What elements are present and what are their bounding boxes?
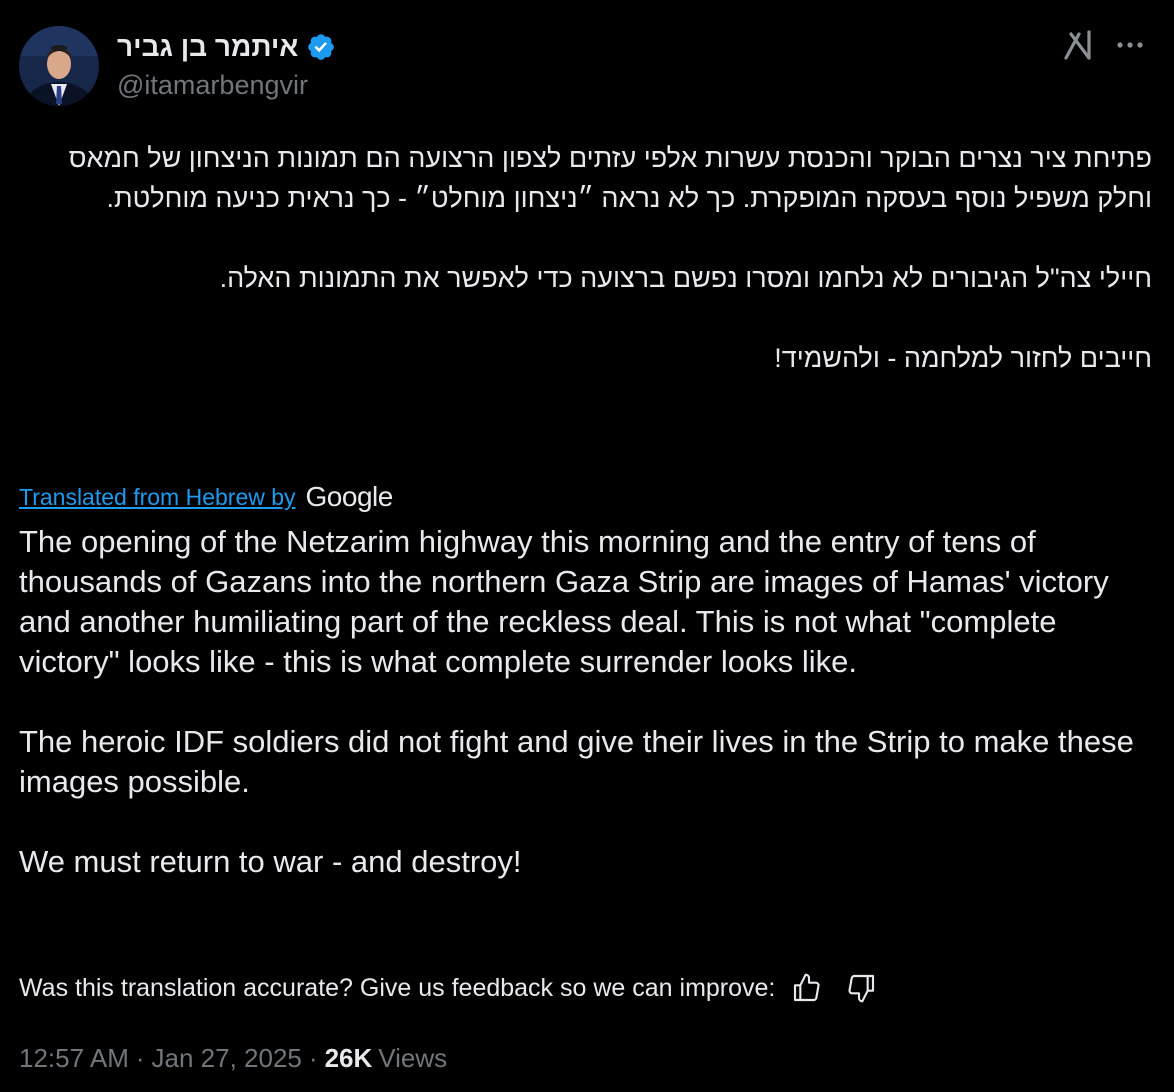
tweet: איתמר בן גביר @itamarbengvir פתיחת ציר נ… <box>0 0 1174 1092</box>
tweet-hebrew-paragraph: חיילי צה"ל הגיבורים לא נלחמו ומסרו נפשם … <box>219 263 1152 293</box>
tweet-english-paragraph: The opening of the Netzarim highway this… <box>19 524 1109 679</box>
tweet-english-paragraph: The heroic IDF soldiers did not fight an… <box>19 724 1134 799</box>
grok-icon[interactable] <box>1062 28 1096 62</box>
meta-separator: · <box>308 1042 318 1073</box>
thumbs-down-icon[interactable] <box>845 972 877 1004</box>
translated-from-link[interactable]: Translated from Hebrew by <box>19 484 296 511</box>
views-count: 26K <box>324 1042 373 1073</box>
tweet-hebrew-paragraph: חייבים לחזור למלחמה - ולהשמיד! <box>774 343 1152 373</box>
tweet-time[interactable]: 12:57 AM <box>19 1043 129 1074</box>
verified-badge-icon <box>308 34 335 60</box>
tweet-meta: 12:57 AM · Jan 27, 2025 · 26K Views <box>19 1038 447 1078</box>
author-name-row: איתמר בן גביר <box>117 28 336 66</box>
tweet-english-paragraph: We must return to war - and destroy! <box>19 844 522 879</box>
author-display-name[interactable]: איתמר בן גביר <box>117 31 298 63</box>
translation-attribution: Translated from Hebrew by Google <box>19 478 393 516</box>
google-logo: Google <box>305 481 394 512</box>
tweet-translated-text: The opening of the Netzarim highway this… <box>19 522 1159 882</box>
tweet-original-text: פתיחת ציר נצרים הבוקר והכנסת עשרות אלפי … <box>19 138 1152 378</box>
meta-separator: · <box>135 1042 145 1073</box>
avatar-image <box>19 26 99 106</box>
more-icon[interactable] <box>1112 34 1148 56</box>
translation-feedback: Was this translation accurate? Give us f… <box>19 968 877 1008</box>
feedback-text: Was this translation accurate? Give us f… <box>19 973 776 1002</box>
author-handle[interactable]: @itamarbengvir <box>117 70 308 101</box>
views-label: Views <box>378 1042 448 1073</box>
thumbs-up-icon[interactable] <box>791 972 823 1004</box>
avatar[interactable] <box>19 26 99 106</box>
tweet-hebrew-paragraph: פתיחת ציר נצרים הבוקר והכנסת עשרות אלפי … <box>68 143 1152 213</box>
tweet-date[interactable]: Jan 27, 2025 <box>152 1043 302 1074</box>
